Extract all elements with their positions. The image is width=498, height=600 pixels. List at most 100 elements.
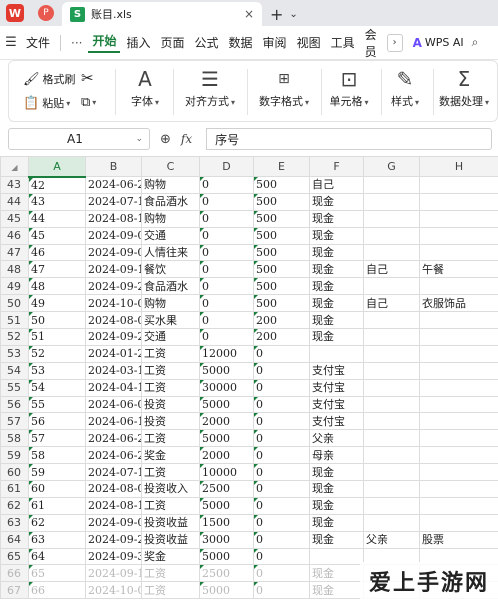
table-cell[interactable]: 55: [28, 395, 86, 414]
table-cell[interactable]: [419, 311, 498, 330]
wps-logo[interactable]: W: [0, 0, 30, 26]
table-cell[interactable]: 现金: [309, 581, 364, 600]
table-cell[interactable]: [309, 547, 364, 566]
row-header[interactable]: 61: [0, 480, 29, 498]
table-cell[interactable]: 200: [253, 328, 310, 346]
row-header[interactable]: 66: [0, 564, 29, 583]
table-cell[interactable]: [363, 446, 420, 465]
table-cell[interactable]: [419, 480, 498, 498]
table-cell[interactable]: 42: [28, 176, 86, 194]
table-cell[interactable]: 2500: [199, 480, 254, 498]
table-cell[interactable]: 工资: [141, 344, 200, 363]
row-header[interactable]: 46: [0, 226, 29, 245]
table-cell[interactable]: 0: [253, 496, 310, 515]
search-icon[interactable]: ⌕: [472, 35, 479, 50]
table-cell[interactable]: 0: [199, 243, 254, 262]
format-painter-button[interactable]: 🖌 格式刷: [23, 71, 76, 87]
table-cell[interactable]: 工资: [141, 429, 200, 448]
table-cell[interactable]: 2024-08-0: [85, 480, 142, 498]
table-cell[interactable]: 53: [28, 361, 86, 380]
row-header[interactable]: 50: [0, 294, 29, 313]
table-cell[interactable]: 2024-01-2: [85, 344, 142, 363]
table-cell[interactable]: 0: [199, 176, 254, 194]
row-header[interactable]: 59: [0, 446, 29, 465]
table-cell[interactable]: 0: [199, 311, 254, 330]
table-cell[interactable]: [363, 226, 420, 245]
table-cell[interactable]: 投资: [141, 395, 200, 414]
table-cell[interactable]: 人情往来: [141, 243, 200, 262]
table-cell[interactable]: 投资: [141, 412, 200, 431]
table-cell[interactable]: [419, 176, 498, 194]
table-cell[interactable]: 44: [28, 209, 86, 228]
table-cell[interactable]: 现金: [309, 480, 364, 498]
table-cell[interactable]: [363, 361, 420, 380]
close-tab-icon[interactable]: ×: [244, 7, 254, 21]
data-process-button[interactable]: Σ 数据处理 ▾: [431, 65, 497, 109]
name-box[interactable]: A1 ⌄: [8, 128, 150, 150]
row-header[interactable]: 43: [0, 176, 29, 194]
table-cell[interactable]: [363, 463, 420, 482]
table-cell[interactable]: 5000: [199, 395, 254, 414]
row-header[interactable]: 44: [0, 192, 29, 211]
table-cell[interactable]: 现金: [309, 530, 364, 549]
table-cell[interactable]: 5000: [199, 361, 254, 380]
table-cell[interactable]: 64: [28, 547, 86, 566]
table-cell[interactable]: 支付宝: [309, 378, 364, 397]
table-cell[interactable]: [363, 496, 420, 515]
select-all-corner[interactable]: ◢: [0, 156, 29, 177]
table-cell[interactable]: [363, 192, 420, 211]
hamburger-icon[interactable]: ☰: [0, 35, 22, 50]
table-cell[interactable]: 45: [28, 226, 86, 245]
table-cell[interactable]: [419, 344, 498, 363]
table-cell[interactable]: 500: [253, 294, 310, 313]
table-cell[interactable]: 30000: [199, 378, 254, 397]
table-cell[interactable]: [419, 412, 498, 431]
menu-scroll-arrow[interactable]: ›: [386, 33, 403, 52]
table-cell[interactable]: 0: [253, 429, 310, 448]
table-cell[interactable]: 投资收益: [141, 530, 200, 549]
table-cell[interactable]: 0: [253, 344, 310, 363]
table-cell[interactable]: 支付宝: [309, 361, 364, 380]
table-cell[interactable]: 2024-06-2: [85, 176, 142, 194]
table-cell[interactable]: 2024-04-1: [85, 378, 142, 397]
table-cell[interactable]: 47: [28, 260, 86, 279]
menu-tools[interactable]: 工具: [327, 34, 359, 51]
table-cell[interactable]: 工资: [141, 564, 200, 583]
table-cell[interactable]: 股票: [419, 530, 498, 549]
table-cell[interactable]: 2024-09-1: [85, 564, 142, 583]
table-cell[interactable]: 43: [28, 192, 86, 211]
table-cell[interactable]: 2024-09-0: [85, 226, 142, 245]
table-cell[interactable]: 52: [28, 344, 86, 363]
table-cell[interactable]: 200: [253, 311, 310, 330]
table-cell[interactable]: 0: [253, 361, 310, 380]
table-cell[interactable]: 投资收益: [141, 513, 200, 532]
table-cell[interactable]: 交通: [141, 328, 200, 346]
table-cell[interactable]: 0: [253, 463, 310, 482]
table-cell[interactable]: 0: [253, 412, 310, 431]
table-cell[interactable]: 59: [28, 463, 86, 482]
table-cell[interactable]: 现金: [309, 311, 364, 330]
table-cell[interactable]: [419, 513, 498, 532]
table-cell[interactable]: 购物: [141, 209, 200, 228]
table-cell[interactable]: 10000: [199, 463, 254, 482]
table-cell[interactable]: 衣服饰品: [419, 294, 498, 313]
table-cell[interactable]: 食品酒水: [141, 277, 200, 296]
table-cell[interactable]: 食品酒水: [141, 192, 200, 211]
table-cell[interactable]: 奖金: [141, 446, 200, 465]
table-cell[interactable]: 65: [28, 564, 86, 583]
table-cell[interactable]: 现金: [309, 277, 364, 296]
table-cell[interactable]: 2024-08-0: [85, 311, 142, 330]
menu-data[interactable]: 数据: [225, 34, 257, 51]
table-cell[interactable]: [363, 412, 420, 431]
row-header[interactable]: 65: [0, 547, 29, 566]
zoom-icon[interactable]: ⊕: [160, 132, 171, 147]
table-cell[interactable]: 500: [253, 176, 310, 194]
menu-file[interactable]: 文件: [22, 34, 54, 51]
table-cell[interactable]: 2024-06-0: [85, 395, 142, 414]
row-header[interactable]: 58: [0, 429, 29, 448]
table-cell[interactable]: [363, 395, 420, 414]
table-cell[interactable]: 工资: [141, 361, 200, 380]
table-cell[interactable]: 现金: [309, 294, 364, 313]
table-cell[interactable]: [363, 328, 420, 346]
table-cell[interactable]: 500: [253, 243, 310, 262]
